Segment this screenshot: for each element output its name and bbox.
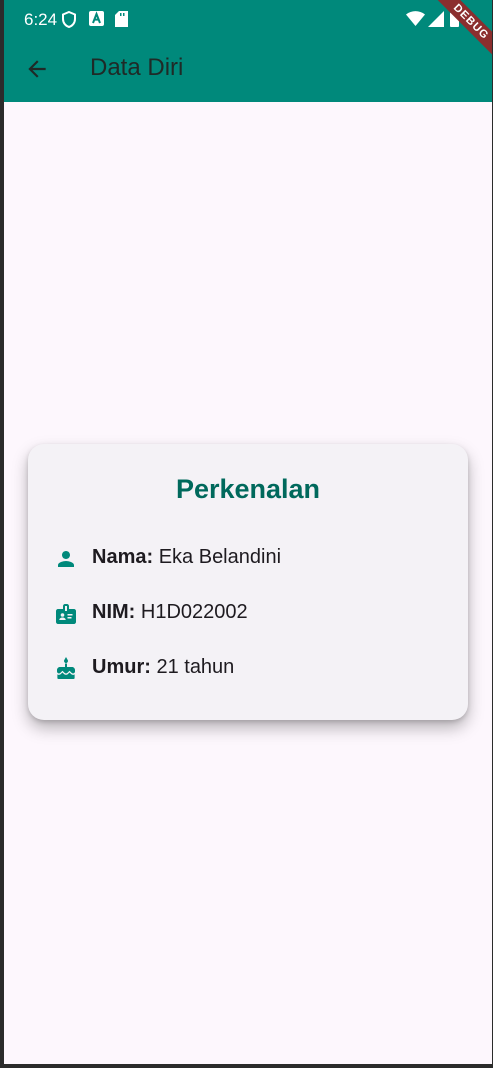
status-bar: 6:24 xyxy=(4,0,492,40)
nama-label: Nama: xyxy=(92,546,154,568)
app-bar: 6:24 Data Diri DEBUG xyxy=(4,0,492,102)
page-title: Data Diri xyxy=(90,54,184,81)
cake-icon xyxy=(57,657,75,679)
person-icon xyxy=(58,551,74,567)
info-row-nim: NIM: H1D022002 xyxy=(54,600,454,630)
arrow-back-icon[interactable] xyxy=(24,56,50,82)
umur-label: Umur: xyxy=(92,656,151,678)
nim-label: NIM: xyxy=(92,601,136,623)
profile-card: Perkenalan Nama: Eka Belandini NIM: H1D0… xyxy=(28,444,468,720)
umur-value: 21 tahun xyxy=(156,656,235,678)
nama-value: Eka Belandini xyxy=(158,546,282,568)
card-title: Perkenalan xyxy=(175,474,321,504)
info-row-umur: Umur: 21 tahun xyxy=(54,655,454,685)
app-screen: 6:24 Data Diri DEBUG Perkenalan Nama: Ek… xyxy=(4,0,492,1064)
badge-icon xyxy=(56,604,76,624)
wifi-icon xyxy=(406,11,425,26)
shield-icon xyxy=(62,11,76,28)
text-a-icon xyxy=(89,11,104,26)
info-row-nama: Nama: Eka Belandini xyxy=(54,545,454,575)
status-time: 6:24 xyxy=(24,10,58,29)
nim-value: H1D022002 xyxy=(140,601,248,623)
sd-card-icon xyxy=(115,11,128,27)
signal-icon xyxy=(428,11,444,27)
